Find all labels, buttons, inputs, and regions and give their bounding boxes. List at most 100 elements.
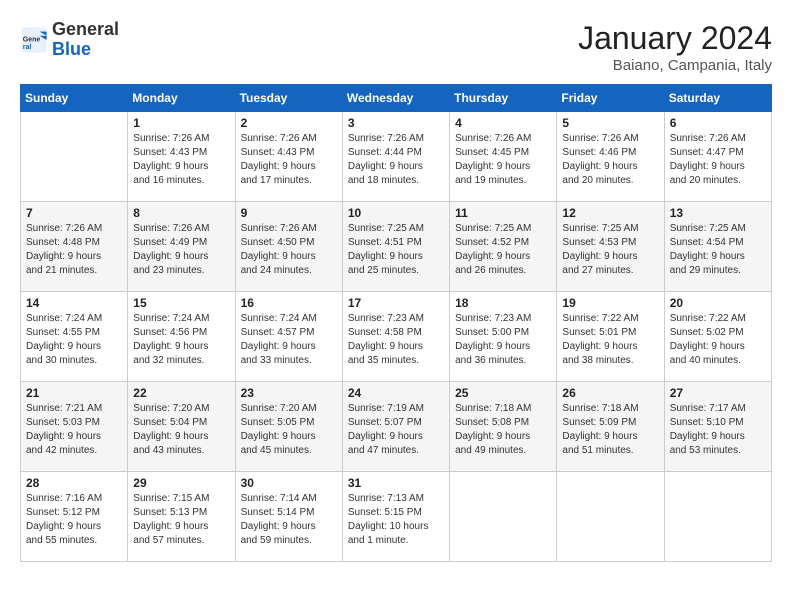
- day-info: Sunrise: 7:26 AM Sunset: 4:43 PM Dayligh…: [241, 132, 337, 188]
- day-number: 23: [241, 386, 337, 400]
- day-number: 11: [455, 206, 551, 220]
- calendar-cell: 29 Sunrise: 7:15 AM Sunset: 5:13 PM Dayli…: [128, 472, 235, 562]
- day-header-monday: Monday: [128, 85, 235, 112]
- calendar-cell: 13Sunrise: 7:25 AM Sunset: 4:54 PM Dayli…: [664, 202, 771, 292]
- title-area: January 2024 Baiano, Campania, Italy: [578, 20, 772, 74]
- day-info: Sunrise: 7:17 AM Sunset: 5:10 PM Dayligh…: [670, 402, 766, 458]
- calendar-cell: 26 Sunrise: 7:18 AM Sunset: 5:09 PM Dayli…: [557, 382, 664, 472]
- day-number: 8: [133, 206, 229, 220]
- week-row-1: 1 Sunrise: 7:26 AM Sunset: 4:43 PM Daylig…: [21, 112, 772, 202]
- day-info: Sunrise: 7:24 AM Sunset: 4:56 PM Dayligh…: [133, 312, 229, 368]
- day-number: 21: [26, 386, 122, 400]
- calendar-cell: 2 Sunrise: 7:26 AM Sunset: 4:43 PM Daylig…: [235, 112, 342, 202]
- day-info: Sunrise: 7:23 AM Sunset: 4:58 PM Dayligh…: [348, 312, 444, 368]
- day-number: 10: [348, 206, 444, 220]
- day-number: 1: [133, 116, 229, 130]
- calendar-cell: 8 Sunrise: 7:26 AM Sunset: 4:49 PM Daylig…: [128, 202, 235, 292]
- calendar-cell: 22 Sunrise: 7:20 AM Sunset: 5:04 PM Dayli…: [128, 382, 235, 472]
- calendar-cell: 9 Sunrise: 7:26 AM Sunset: 4:50 PM Daylig…: [235, 202, 342, 292]
- calendar-cell: 3Sunrise: 7:26 AM Sunset: 4:44 PM Daylig…: [342, 112, 449, 202]
- calendar-cell: 6 Sunrise: 7:26 AM Sunset: 4:47 PM Daylig…: [664, 112, 771, 202]
- calendar-cell: 28Sunrise: 7:16 AM Sunset: 5:12 PM Dayli…: [21, 472, 128, 562]
- calendar-cell: 17 Sunrise: 7:23 AM Sunset: 4:58 PM Dayli…: [342, 292, 449, 382]
- day-number: 16: [241, 296, 337, 310]
- day-info: Sunrise: 7:14 AM Sunset: 5:14 PM Dayligh…: [241, 492, 337, 548]
- day-number: 28: [26, 476, 122, 490]
- day-info: Sunrise: 7:20 AM Sunset: 5:04 PM Dayligh…: [133, 402, 229, 458]
- calendar-cell: 15 Sunrise: 7:24 AM Sunset: 4:56 PM Dayli…: [128, 292, 235, 382]
- week-row-2: 7Sunrise: 7:26 AM Sunset: 4:48 PM Daylig…: [21, 202, 772, 292]
- day-info: Sunrise: 7:23 AM Sunset: 5:00 PM Dayligh…: [455, 312, 551, 368]
- calendar-cell: 1 Sunrise: 7:26 AM Sunset: 4:43 PM Daylig…: [128, 112, 235, 202]
- day-info: Sunrise: 7:25 AM Sunset: 4:52 PM Dayligh…: [455, 222, 551, 278]
- day-number: 29: [133, 476, 229, 490]
- calendar-cell: 10 Sunrise: 7:25 AM Sunset: 4:51 PM Dayli…: [342, 202, 449, 292]
- day-info: Sunrise: 7:24 AM Sunset: 4:55 PM Dayligh…: [26, 312, 122, 368]
- calendar-cell: [664, 472, 771, 562]
- day-info: Sunrise: 7:26 AM Sunset: 4:46 PM Dayligh…: [562, 132, 658, 188]
- day-number: 19: [562, 296, 658, 310]
- week-row-4: 21 Sunrise: 7:21 AM Sunset: 5:03 PM Dayli…: [21, 382, 772, 472]
- day-number: 25: [455, 386, 551, 400]
- calendar-cell: 24Sunrise: 7:19 AM Sunset: 5:07 PM Dayli…: [342, 382, 449, 472]
- svg-text:Gene: Gene: [23, 36, 41, 43]
- day-info: Sunrise: 7:25 AM Sunset: 4:54 PM Dayligh…: [670, 222, 766, 278]
- day-number: 22: [133, 386, 229, 400]
- day-header-thursday: Thursday: [450, 85, 557, 112]
- calendar-cell: 19 Sunrise: 7:22 AM Sunset: 5:01 PM Dayli…: [557, 292, 664, 382]
- day-info: Sunrise: 7:15 AM Sunset: 5:13 PM Dayligh…: [133, 492, 229, 548]
- day-info: Sunrise: 7:18 AM Sunset: 5:09 PM Dayligh…: [562, 402, 658, 458]
- day-info: Sunrise: 7:21 AM Sunset: 5:03 PM Dayligh…: [26, 402, 122, 458]
- day-number: 12: [562, 206, 658, 220]
- day-number: 24: [348, 386, 444, 400]
- day-number: 9: [241, 206, 337, 220]
- location-subtitle: Baiano, Campania, Italy: [578, 57, 772, 74]
- day-number: 30: [241, 476, 337, 490]
- day-info: Sunrise: 7:22 AM Sunset: 5:01 PM Dayligh…: [562, 312, 658, 368]
- day-number: 2: [241, 116, 337, 130]
- calendar-cell: 16 Sunrise: 7:24 AM Sunset: 4:57 PM Dayli…: [235, 292, 342, 382]
- day-info: Sunrise: 7:13 AM Sunset: 5:15 PM Dayligh…: [348, 492, 444, 548]
- week-row-5: 28Sunrise: 7:16 AM Sunset: 5:12 PM Dayli…: [21, 472, 772, 562]
- day-header-friday: Friday: [557, 85, 664, 112]
- calendar-cell: 11 Sunrise: 7:25 AM Sunset: 4:52 PM Dayli…: [450, 202, 557, 292]
- day-info: Sunrise: 7:25 AM Sunset: 4:53 PM Dayligh…: [562, 222, 658, 278]
- calendar-cell: [450, 472, 557, 562]
- day-info: Sunrise: 7:24 AM Sunset: 4:57 PM Dayligh…: [241, 312, 337, 368]
- logo-general-text: General: [52, 19, 119, 39]
- day-number: 15: [133, 296, 229, 310]
- month-title: January 2024: [578, 20, 772, 57]
- day-number: 20: [670, 296, 766, 310]
- calendar-cell: 25Sunrise: 7:18 AM Sunset: 5:08 PM Dayli…: [450, 382, 557, 472]
- day-info: Sunrise: 7:26 AM Sunset: 4:48 PM Dayligh…: [26, 222, 122, 278]
- day-number: 6: [670, 116, 766, 130]
- day-number: 17: [348, 296, 444, 310]
- day-header-saturday: Saturday: [664, 85, 771, 112]
- logo: Gene ral General Blue: [20, 20, 119, 60]
- day-number: 27: [670, 386, 766, 400]
- day-number: 26: [562, 386, 658, 400]
- calendar-cell: 12 Sunrise: 7:25 AM Sunset: 4:53 PM Dayli…: [557, 202, 664, 292]
- page-header: Gene ral General Blue January 2024 Baian…: [20, 20, 772, 74]
- day-number: 4: [455, 116, 551, 130]
- week-row-3: 14 Sunrise: 7:24 AM Sunset: 4:55 PM Dayli…: [21, 292, 772, 382]
- svg-text:ral: ral: [23, 44, 32, 51]
- day-info: Sunrise: 7:26 AM Sunset: 4:50 PM Dayligh…: [241, 222, 337, 278]
- days-header-row: SundayMondayTuesdayWednesdayThursdayFrid…: [21, 85, 772, 112]
- calendar-cell: 18 Sunrise: 7:23 AM Sunset: 5:00 PM Dayli…: [450, 292, 557, 382]
- day-header-tuesday: Tuesday: [235, 85, 342, 112]
- day-info: Sunrise: 7:25 AM Sunset: 4:51 PM Dayligh…: [348, 222, 444, 278]
- calendar-cell: [21, 112, 128, 202]
- day-info: Sunrise: 7:26 AM Sunset: 4:49 PM Dayligh…: [133, 222, 229, 278]
- day-info: Sunrise: 7:26 AM Sunset: 4:43 PM Dayligh…: [133, 132, 229, 188]
- calendar-cell: 27 Sunrise: 7:17 AM Sunset: 5:10 PM Dayli…: [664, 382, 771, 472]
- day-header-sunday: Sunday: [21, 85, 128, 112]
- calendar-cell: 21 Sunrise: 7:21 AM Sunset: 5:03 PM Dayli…: [21, 382, 128, 472]
- calendar-cell: 31Sunrise: 7:13 AM Sunset: 5:15 PM Dayli…: [342, 472, 449, 562]
- day-number: 18: [455, 296, 551, 310]
- day-info: Sunrise: 7:26 AM Sunset: 4:47 PM Dayligh…: [670, 132, 766, 188]
- calendar-cell: 14 Sunrise: 7:24 AM Sunset: 4:55 PM Dayli…: [21, 292, 128, 382]
- calendar-cell: 20Sunrise: 7:22 AM Sunset: 5:02 PM Dayli…: [664, 292, 771, 382]
- day-number: 14: [26, 296, 122, 310]
- calendar-cell: 23Sunrise: 7:20 AM Sunset: 5:05 PM Dayli…: [235, 382, 342, 472]
